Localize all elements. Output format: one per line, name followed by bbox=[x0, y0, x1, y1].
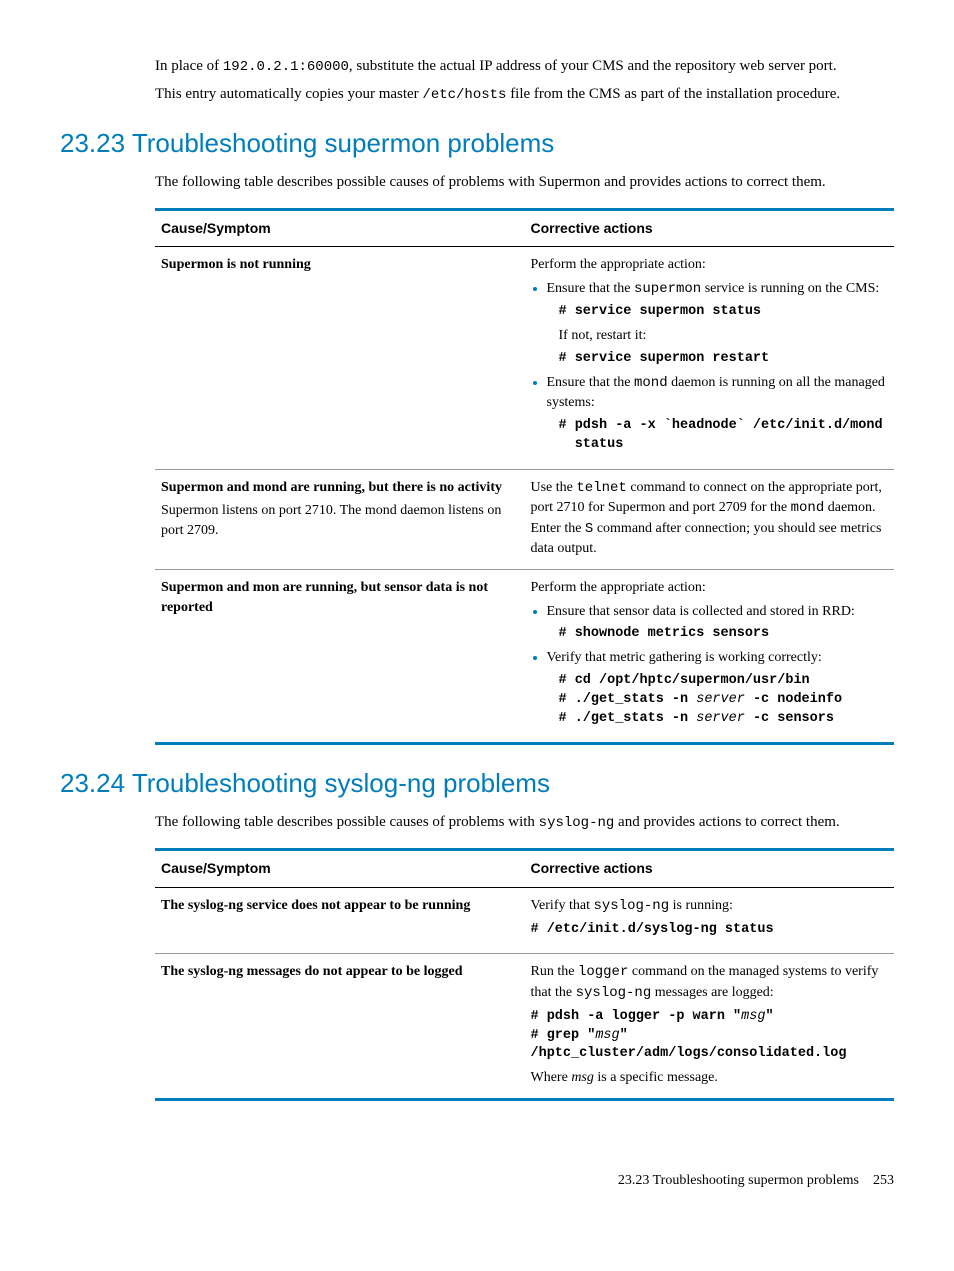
inline-code: mond bbox=[791, 500, 825, 516]
code-italic: msg bbox=[595, 1028, 619, 1043]
cause-title: Supermon is not running bbox=[161, 257, 311, 272]
code-block: # pdsh -a logger -p warn "msg" # grep "m… bbox=[531, 1008, 889, 1065]
table-row: The syslog-ng messages do not appear to … bbox=[155, 954, 894, 1099]
cell-cause: The syslog-ng service does not appear to… bbox=[155, 888, 525, 954]
cell-action: Run the logger command on the managed sy… bbox=[525, 954, 895, 1099]
table-header-actions: Corrective actions bbox=[525, 850, 895, 888]
inline-code: syslog-ng bbox=[576, 985, 652, 1001]
table-header-actions: Corrective actions bbox=[525, 209, 895, 247]
list-item: Verify that metric gathering is working … bbox=[547, 648, 889, 728]
inline-code: syslog-ng bbox=[539, 815, 615, 831]
page-number: 253 bbox=[873, 1173, 894, 1188]
code-italic: server bbox=[696, 692, 745, 707]
sub-block: # cd /opt/hptc/supermon/usr/bin # ./get_… bbox=[559, 672, 889, 729]
text: , substitute the actual IP address of yo… bbox=[349, 58, 837, 74]
cell-action: Verify that syslog-ng is running: # /etc… bbox=[525, 888, 895, 954]
sub-block: # shownode metrics sensors bbox=[559, 625, 889, 644]
list-item: Ensure that sensor data is collected and… bbox=[547, 602, 889, 644]
page: In place of 192.0.2.1:60000, substitute … bbox=[60, 56, 894, 1191]
cell-cause: Supermon and mond are running, but there… bbox=[155, 469, 525, 569]
text: Ensure that sensor data is collected and… bbox=[547, 604, 855, 619]
text: messages are logged: bbox=[651, 985, 773, 1000]
sub-block: # service supermon status If not, restar… bbox=[559, 303, 889, 368]
cell-cause: Supermon and mon are running, but sensor… bbox=[155, 570, 525, 744]
text-line: Where msg is a specific message. bbox=[531, 1068, 889, 1088]
code-italic: server bbox=[696, 711, 745, 726]
code-block: # service supermon restart bbox=[559, 350, 889, 369]
inline-code: syslog-ng bbox=[593, 898, 669, 914]
list-item: Ensure that the supermon service is runn… bbox=[547, 279, 889, 369]
table-row: Supermon is not running Perform the appr… bbox=[155, 247, 894, 470]
text: Verify that bbox=[531, 898, 594, 913]
text: is a specific message. bbox=[594, 1070, 718, 1085]
inline-code: mond bbox=[634, 375, 668, 391]
code-block: # pdsh -a -x `headnode` /etc/init.d/mond… bbox=[559, 417, 889, 455]
section-lead: The following table describes possible c… bbox=[155, 172, 894, 193]
cause-title: Supermon and mond are running, but there… bbox=[161, 478, 519, 498]
section-lead: The following table describes possible c… bbox=[155, 812, 894, 834]
intro-para-1: In place of 192.0.2.1:60000, substitute … bbox=[155, 56, 894, 78]
text-line: Run the logger command on the managed sy… bbox=[531, 962, 889, 1003]
text: is running: bbox=[669, 898, 733, 913]
cause-title: The syslog-ng service does not appear to… bbox=[161, 898, 470, 913]
inline-code: /etc/hosts bbox=[422, 87, 506, 103]
section-heading-syslog: 23.24 Troubleshooting syslog-ng problems bbox=[60, 765, 894, 801]
code-text: # pdsh -a logger -p warn " bbox=[531, 1009, 742, 1024]
cause-rest: Supermon listens on port 2710. The mond … bbox=[161, 501, 519, 540]
inline-code: logger bbox=[578, 964, 628, 980]
table-header-cause: Cause/Symptom bbox=[155, 209, 525, 247]
text: Use the bbox=[531, 480, 577, 495]
list-item: Ensure that the mond daemon is running o… bbox=[547, 373, 889, 455]
inline-code: telnet bbox=[576, 480, 626, 496]
text: service is running on the CMS: bbox=[701, 281, 879, 296]
sub-block: # pdsh -a -x `headnode` /etc/init.d/mond… bbox=[559, 417, 889, 455]
text: If not, restart it: bbox=[559, 326, 889, 346]
italic-text: msg bbox=[571, 1070, 594, 1085]
intro-para-2: This entry automatically copies your mas… bbox=[155, 84, 894, 106]
text: Run the bbox=[531, 964, 578, 979]
code-block: # shownode metrics sensors bbox=[559, 625, 889, 644]
table-header-cause: Cause/Symptom bbox=[155, 850, 525, 888]
cell-action: Perform the appropriate action: Ensure t… bbox=[525, 570, 895, 744]
cell-action: Perform the appropriate action: Ensure t… bbox=[525, 247, 895, 470]
code-text: -c sensors bbox=[745, 711, 834, 726]
inline-code: supermon bbox=[634, 281, 701, 297]
table-row: Supermon and mon are running, but sensor… bbox=[155, 570, 894, 744]
text: Verify that metric gathering is working … bbox=[547, 650, 822, 665]
text: file from the CMS as part of the install… bbox=[506, 86, 840, 102]
cell-cause: Supermon is not running bbox=[155, 247, 525, 470]
text: and provides actions to correct them. bbox=[614, 814, 839, 830]
text: The following table describes possible c… bbox=[155, 814, 539, 830]
text: Ensure that the bbox=[547, 281, 634, 296]
code-block: # cd /opt/hptc/supermon/usr/bin # ./get_… bbox=[559, 672, 889, 729]
cause-title: The syslog-ng messages do not appear to … bbox=[161, 964, 463, 979]
inline-code: 192.0.2.1:60000 bbox=[223, 59, 349, 75]
code-block: # /etc/init.d/syslog-ng status bbox=[531, 921, 889, 940]
section-body: The following table describes possible c… bbox=[155, 172, 894, 746]
page-footer: 23.23 Troubleshooting supermon problems … bbox=[60, 1171, 894, 1191]
footer-section: 23.23 Troubleshooting supermon problems bbox=[618, 1173, 859, 1188]
action-pre: Perform the appropriate action: bbox=[531, 578, 889, 598]
action-pre: Perform the appropriate action: bbox=[531, 255, 889, 275]
bullet-list: Ensure that the supermon service is runn… bbox=[531, 279, 889, 455]
section-heading-supermon: 23.23 Troubleshooting supermon problems bbox=[60, 125, 894, 161]
text: In place of bbox=[155, 58, 223, 74]
bullet-list: Ensure that sensor data is collected and… bbox=[531, 602, 889, 729]
cell-cause: The syslog-ng messages do not appear to … bbox=[155, 954, 525, 1099]
code-italic: msg bbox=[741, 1009, 765, 1024]
table-row: Supermon and mond are running, but there… bbox=[155, 469, 894, 569]
text-line: Verify that syslog-ng is running: bbox=[531, 896, 889, 917]
text: This entry automatically copies your mas… bbox=[155, 86, 422, 102]
cell-action: Use the telnet command to connect on the… bbox=[525, 469, 895, 569]
cause-title: Supermon and mon are running, but sensor… bbox=[161, 580, 488, 615]
intro-block: In place of 192.0.2.1:60000, substitute … bbox=[155, 56, 894, 105]
text: Ensure that the bbox=[547, 375, 634, 390]
text: Where bbox=[531, 1070, 572, 1085]
code-block: # service supermon status bbox=[559, 303, 889, 322]
section-body: The following table describes possible c… bbox=[155, 812, 894, 1101]
table-row: The syslog-ng service does not appear to… bbox=[155, 888, 894, 954]
troubleshooting-table-syslog: Cause/Symptom Corrective actions The sys… bbox=[155, 848, 894, 1101]
troubleshooting-table-supermon: Cause/Symptom Corrective actions Supermo… bbox=[155, 208, 894, 746]
